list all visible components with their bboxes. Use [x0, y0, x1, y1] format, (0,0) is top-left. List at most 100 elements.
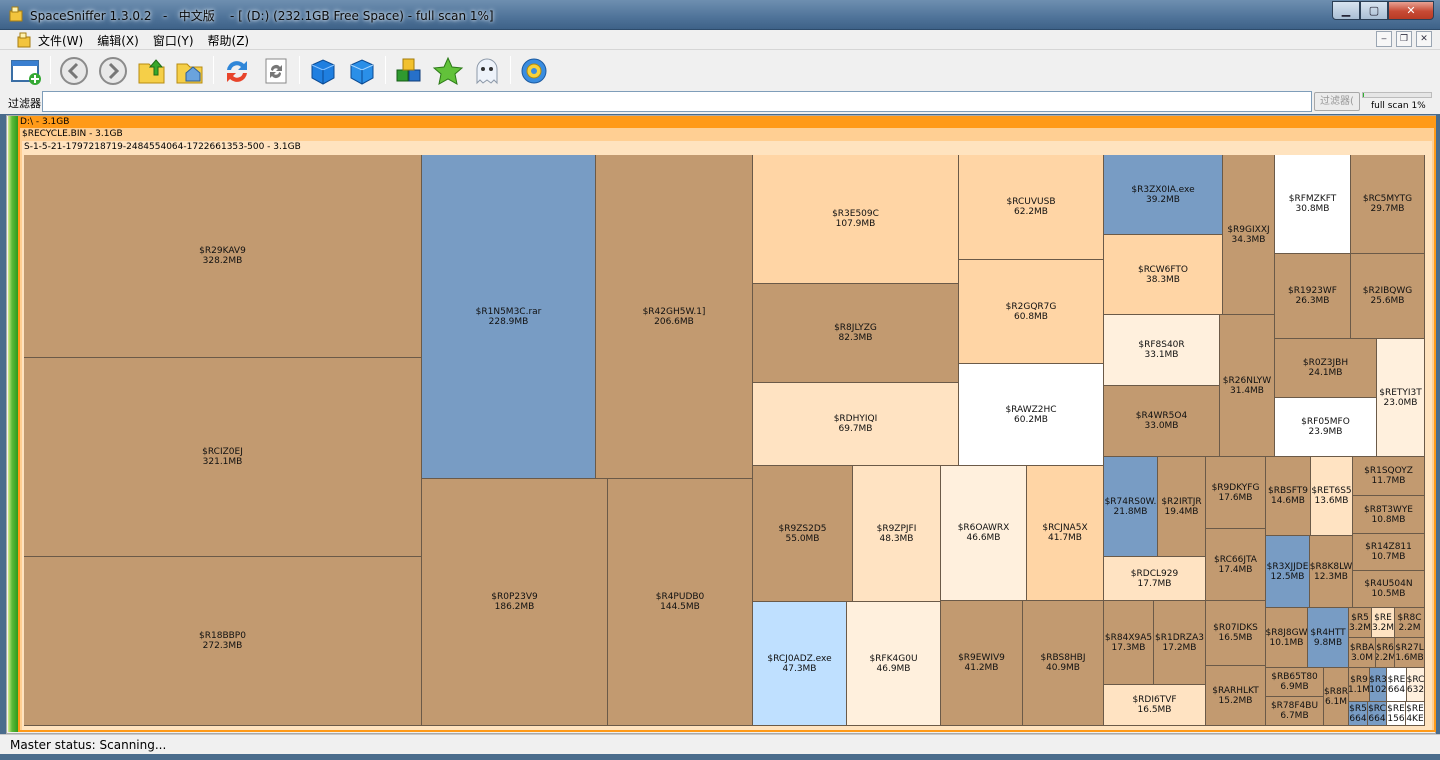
star-icon[interactable] — [432, 55, 464, 87]
treemap-cell[interactable]: $R8R 6.1M — [1324, 668, 1349, 726]
treemap-cell[interactable]: $R0P23V9 186.2MB — [422, 479, 608, 726]
treemap-cell[interactable]: $R4WR5O4 33.0MB — [1104, 386, 1220, 457]
treemap-cell[interactable]: $RC66JTA 17.4MB — [1206, 529, 1266, 601]
treemap-cell[interactable]: $RCJNA5X 41.7MB — [1027, 466, 1104, 601]
treemap-cell[interactable]: $RE 156 — [1387, 702, 1406, 726]
mdi-minimize-button[interactable]: ‒ — [1376, 31, 1392, 47]
home-icon[interactable] — [174, 55, 206, 87]
menu-window[interactable]: 窗口(Y) — [153, 32, 194, 49]
treemap-cell[interactable]: $R78F4BU 6.7MB — [1266, 697, 1324, 726]
treemap-cell[interactable]: $RET6S5 13.6MB — [1311, 457, 1353, 536]
ghost-icon[interactable] — [471, 55, 503, 87]
treemap-cell[interactable]: $R0Z3JBH 24.1MB — [1275, 339, 1377, 398]
treemap-cell[interactable]: $R9ZS2D5 55.0MB — [753, 466, 853, 602]
treemap-cell[interactable]: $R9GIXXJ 34.3MB — [1223, 155, 1275, 315]
treemap-cell[interactable]: $R84X9A5 17.3MB — [1104, 601, 1154, 685]
zoom-out-cube-icon[interactable] — [346, 55, 378, 87]
treemap-cell[interactable]: $R3 102 — [1370, 668, 1387, 702]
treemap-cell[interactable]: $R9DKYFG 17.6MB — [1206, 457, 1266, 529]
cell-size: 664 — [1368, 713, 1386, 724]
settings-icon[interactable] — [518, 55, 550, 87]
treemap-cell[interactable]: $RC5MYTG 29.7MB — [1351, 155, 1425, 254]
treemap-cell[interactable]: $RC 664 — [1368, 702, 1387, 726]
cell-size: 156 — [1387, 713, 1405, 724]
treemap-cell[interactable]: $R3E509C 107.9MB — [753, 155, 959, 284]
menu-edit[interactable]: 编辑(X) — [97, 32, 139, 49]
treemap-cell[interactable]: $R9 1.1M — [1349, 668, 1370, 702]
treemap-cell[interactable]: $RCUVUSB 62.2MB — [959, 155, 1104, 260]
treemap-cell[interactable]: $R5 3.2M — [1349, 608, 1372, 638]
treemap-cell[interactable]: $R27L 1.6MB — [1395, 638, 1425, 668]
treemap-cell[interactable]: $R8JLYZG 82.3MB — [753, 284, 959, 383]
treemap-cell[interactable]: $R8C 2.2M — [1395, 608, 1425, 638]
treemap-cell[interactable]: $RBSFT9 14.6MB — [1266, 457, 1311, 536]
treemap-cell[interactable]: $R3ZX0IA.exe 39.2MB — [1104, 155, 1223, 235]
treemap-cell[interactable]: $R4PUDB0 144.5MB — [608, 479, 753, 726]
filter-button[interactable]: 过滤器( — [1314, 92, 1360, 111]
forward-icon[interactable] — [97, 55, 129, 87]
treemap-cell[interactable]: $RC 632 — [1407, 668, 1425, 702]
treemap-cell[interactable]: $R07IDKS 16.5MB — [1206, 601, 1266, 666]
treemap-cell[interactable]: $RDCL929 17.7MB — [1104, 557, 1206, 601]
treemap-cell[interactable]: $R4HTT 9.8MB — [1308, 608, 1349, 668]
maximize-button[interactable]: ▢ — [1360, 1, 1388, 20]
mdi-restore-button[interactable]: ❐ — [1396, 31, 1412, 47]
treemap-cell[interactable]: $R29KAV9 328.2MB — [24, 155, 422, 358]
treemap-cell[interactable]: $R3XJJDE 12.5MB — [1266, 536, 1310, 608]
treemap-cell[interactable]: $R14Z811 10.7MB — [1353, 534, 1425, 571]
treemap-cell[interactable]: $R42GH5W.1] 206.6MB — [596, 155, 753, 479]
filter-input[interactable] — [42, 91, 1312, 112]
treemap-cell[interactable]: $R9ZPJFI 48.3MB — [853, 466, 941, 602]
treemap-cell[interactable]: $R8T3WYE 10.8MB — [1353, 496, 1425, 534]
treemap-cell[interactable]: $RF05MFO 23.9MB — [1275, 398, 1377, 457]
treemap-cell[interactable]: $RE 664 — [1387, 668, 1407, 702]
treemap-cell[interactable]: $RE 4KE — [1406, 702, 1425, 726]
treemap-cell[interactable]: $R62.2M — [1376, 638, 1395, 668]
new-window-icon[interactable] — [10, 55, 42, 87]
rescan-icon[interactable] — [260, 55, 292, 87]
cell-size: 6.7MB — [1280, 711, 1309, 721]
document-icon[interactable] — [16, 32, 32, 48]
treemap-cell[interactable]: $R1DRZA3 17.2MB — [1154, 601, 1206, 685]
treemap-cell[interactable]: $RDI6TVF 16.5MB — [1104, 685, 1206, 726]
treemap-cell[interactable]: $R2IBQWG 25.6MB — [1351, 254, 1425, 339]
treemap-cell[interactable]: $RBA 3.0M — [1349, 638, 1376, 668]
mdi-close-button[interactable]: ✕ — [1416, 31, 1432, 47]
treemap-cell[interactable]: $R1923WF 26.3MB — [1275, 254, 1351, 339]
treemap-cell[interactable]: $R9EWIV9 41.2MB — [941, 601, 1023, 726]
minimize-button[interactable]: ▁ — [1332, 1, 1360, 20]
treemap-cell[interactable]: $RETYI3T 23.0MB — [1377, 339, 1425, 457]
treemap-cell[interactable]: $RARHLKT 15.2MB — [1206, 666, 1266, 726]
treemap-cell[interactable]: $RFMZKFT 30.8MB — [1275, 155, 1351, 254]
zoom-in-cube-icon[interactable] — [307, 55, 339, 87]
back-icon[interactable] — [58, 55, 90, 87]
treemap-cell[interactable]: $RF8S40R 33.1MB — [1104, 315, 1220, 386]
blocks-icon[interactable] — [393, 55, 425, 87]
treemap-cell[interactable]: $RCW6FTO 38.3MB — [1104, 235, 1223, 315]
treemap-cell[interactable]: $RCIZ0EJ 321.1MB — [24, 358, 422, 557]
menu-help[interactable]: 帮助(Z) — [208, 32, 250, 49]
treemap-cell[interactable]: $RFK4G0U 46.9MB — [847, 602, 941, 726]
menu-file[interactable]: 文件(W) — [38, 32, 83, 49]
treemap-cell[interactable]: $R5 664 — [1349, 702, 1368, 726]
treemap-cell[interactable]: $R2IRTJR 19.4MB — [1158, 457, 1206, 557]
treemap-cell[interactable]: $R1SQOYZ 11.7MB — [1353, 457, 1425, 496]
treemap-cell[interactable]: $RB65T80 6.9MB — [1266, 668, 1324, 697]
treemap-cell[interactable]: $RAWZ2HC 60.2MB — [959, 364, 1104, 466]
treemap-cell[interactable]: $RDHYIQI 69.7MB — [753, 383, 959, 466]
up-folder-icon[interactable] — [136, 55, 168, 87]
treemap-cell[interactable]: $R4U504N 10.5MB — [1353, 571, 1425, 608]
treemap-cell[interactable]: $R74RS0W. 21.8MB — [1104, 457, 1158, 557]
treemap-cell[interactable]: $RCJ0ADZ.exe 47.3MB — [753, 602, 847, 726]
refresh-icon[interactable] — [221, 55, 253, 87]
treemap-cell[interactable]: $RE 3.2M — [1372, 608, 1395, 638]
treemap-cell[interactable]: $RBS8HBJ 40.9MB — [1023, 601, 1104, 726]
treemap-cell[interactable]: $R8K8LW 12.3MB — [1310, 536, 1353, 608]
treemap-cell[interactable]: $R18BBP0 272.3MB — [24, 557, 422, 726]
treemap-cell[interactable]: $R6OAWRX 46.6MB — [941, 466, 1027, 601]
close-button[interactable]: ✕ — [1388, 1, 1434, 20]
treemap-cell[interactable]: $R2GQR7G 60.8MB — [959, 260, 1104, 364]
treemap-cell[interactable]: $R26NLYW 31.4MB — [1220, 315, 1275, 457]
treemap-cell[interactable]: $R1N5M3C.rar 228.9MB — [422, 155, 596, 479]
treemap-cell[interactable]: $R8J8GW 10.1MB — [1266, 608, 1308, 668]
